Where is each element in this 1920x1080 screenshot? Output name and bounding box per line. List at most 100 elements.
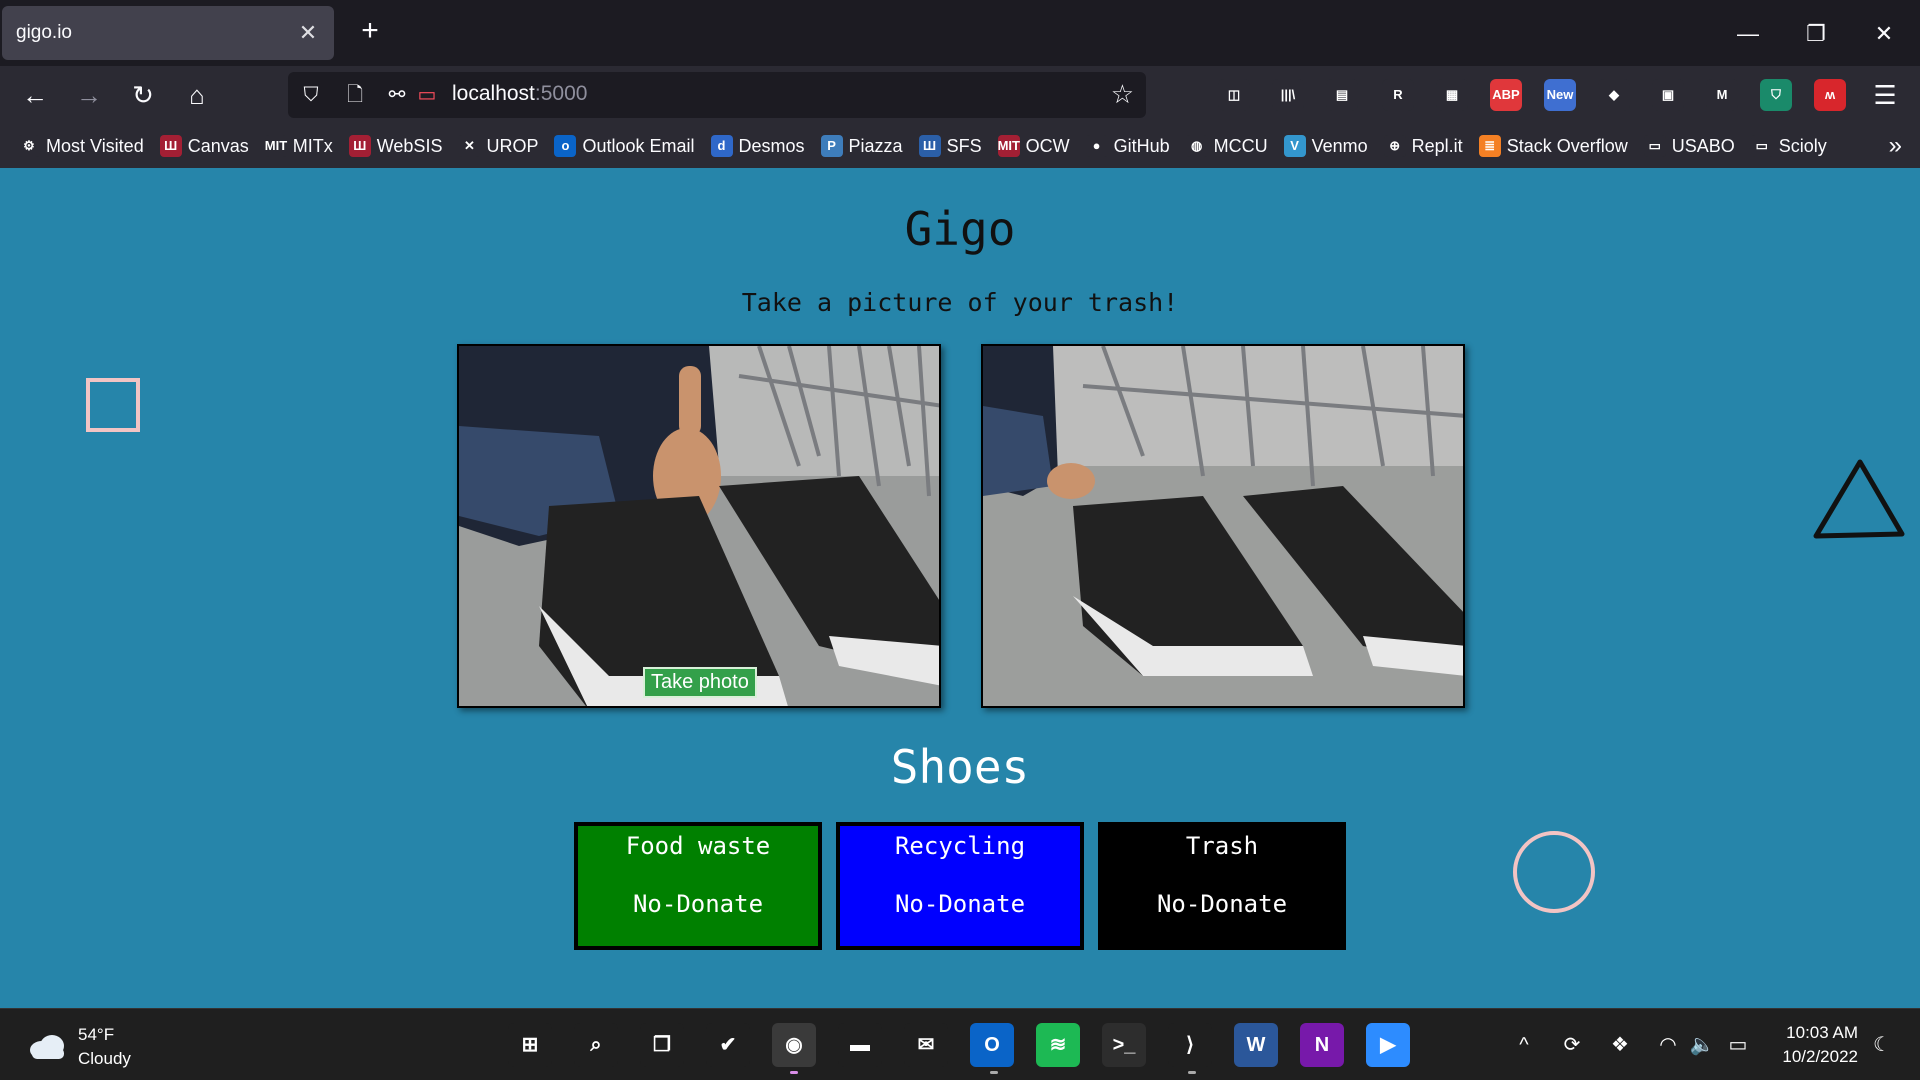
card-donate-status: No-Donate [1156, 890, 1288, 918]
bookmarks-overflow-icon[interactable]: » [1889, 132, 1902, 160]
new-tab-button[interactable]: + [352, 14, 388, 50]
zoom-icon[interactable]: ▶ [1366, 1023, 1410, 1067]
shield-extension-icon[interactable]: ⛉ [1760, 79, 1792, 111]
bookmark-label: USABO [1671, 135, 1735, 156]
outlook-icon[interactable]: O [970, 1023, 1014, 1067]
bookmark-mccu[interactable]: ◍ MCCU [1185, 135, 1268, 157]
card-recycling: Recycling No-Donate [836, 822, 1084, 950]
camera-feed-image [459, 346, 939, 706]
system-clock[interactable]: 10:03 AM 10/2/2022 [1782, 1021, 1858, 1069]
canvas-icon: Ш [159, 135, 182, 157]
start-icon[interactable]: ⊞ [508, 1023, 552, 1067]
library-icon[interactable]: |||\ [1272, 79, 1304, 111]
folder-icon: ▭ [1643, 135, 1666, 157]
m-extension-icon[interactable]: M [1706, 79, 1738, 111]
mail-icon[interactable]: ✉ [904, 1023, 948, 1067]
bookmark-label: Stack Overflow [1506, 135, 1628, 156]
onenote-icon[interactable]: N [1300, 1023, 1344, 1067]
task-view-icon[interactable]: ❐ [640, 1023, 684, 1067]
close-icon[interactable]: ✕ [1864, 14, 1904, 54]
bookmark-repl-it[interactable]: ⊕ Repl.it [1383, 135, 1463, 157]
gem-extension-icon[interactable]: ◆ [1598, 79, 1630, 111]
minimize-icon[interactable]: — [1728, 14, 1768, 54]
bookmark-desmos[interactable]: d Desmos [710, 135, 805, 157]
readwise-extension-icon[interactable]: R [1382, 79, 1414, 111]
url-bar[interactable]: ⛉ 🗋 ⚯ ▭ localhost:5000 ☆ [288, 72, 1146, 118]
tracking-shield-icon[interactable]: ⛉ [296, 80, 326, 110]
bookmark-piazza[interactable]: P Piazza [820, 135, 903, 157]
firefox-icon[interactable]: ◉ [772, 1023, 816, 1067]
dropbox-icon[interactable]: ❖ [1604, 1027, 1636, 1063]
running-indicator [990, 1071, 998, 1074]
permissions-icon[interactable]: ⚯ [382, 80, 412, 110]
reload-icon[interactable]: ↻ [122, 74, 164, 116]
card-category: Food waste [625, 832, 771, 860]
reader-extension-icon[interactable]: ▣ [1652, 79, 1684, 111]
bookmark-venmo[interactable]: V Venmo [1283, 135, 1368, 157]
bookmark-label: WebSIS [376, 135, 443, 156]
new-extension-icon[interactable]: New [1544, 79, 1576, 111]
pocket-icon[interactable]: ◫ [1218, 79, 1250, 111]
search-icon[interactable]: ⌕ [574, 1023, 618, 1067]
adblock-plus-icon[interactable]: ABP [1490, 79, 1522, 111]
bookmark-ocw[interactable]: MIT OCW [997, 135, 1070, 157]
bookmark-github[interactable]: ● GitHub [1085, 135, 1170, 157]
bookmark-sfs[interactable]: Ш SFS [918, 135, 982, 157]
menu-icon[interactable]: ☰ [1864, 74, 1906, 116]
bookmark-usabo[interactable]: ▭ USABO [1643, 135, 1735, 157]
tab-close-icon[interactable]: ✕ [296, 20, 320, 46]
camera-sharing-icon[interactable]: ▭ [412, 80, 442, 110]
sync-icon[interactable]: ⟳ [1556, 1027, 1588, 1063]
windows-taskbar: 54°F Cloudy ⊞ ⌕ ❐ ✔ ◉ ▬ ✉ O ≋ >_ ⟩ W N ▶ ^ ⟳ ❖ ◠ 🔈 ▭ 10:03… [0, 1008, 1920, 1080]
bookmark-most-visited[interactable]: ⚙ Most Visited [18, 135, 144, 157]
globe-icon: ⊕ [1383, 135, 1406, 157]
forward-arrow-icon[interactable]: → [68, 74, 110, 116]
mm-extension-icon[interactable]: ʍ [1814, 79, 1846, 111]
sidebar-icon[interactable]: ▤ [1326, 79, 1358, 111]
browser-tab[interactable]: gigo.io ✕ [2, 6, 334, 60]
notification-icon[interactable]: ☾ [1866, 1027, 1898, 1063]
take-photo-button[interactable]: Take photo [643, 667, 757, 698]
file-explorer-icon[interactable]: ▬ [838, 1023, 882, 1067]
home-icon[interactable]: ⌂ [176, 74, 218, 116]
captured-photo [981, 344, 1465, 708]
bookmark-stack-overflow[interactable]: ≣ Stack Overflow [1478, 135, 1628, 157]
battery-icon[interactable]: ▭ [1722, 1027, 1754, 1063]
bookmark-outlook-email[interactable]: o Outlook Email [554, 135, 695, 157]
grid-extension-icon[interactable]: ▦ [1436, 79, 1468, 111]
captured-photo-image [983, 346, 1463, 706]
bookmark-label: Repl.it [1411, 135, 1463, 156]
url-text[interactable]: localhost:5000 [452, 82, 587, 106]
bookmark-label: OCW [1025, 135, 1070, 156]
terminal-icon[interactable]: >_ [1102, 1023, 1146, 1067]
back-arrow-icon[interactable]: ← [14, 74, 56, 116]
word-icon[interactable]: W [1234, 1023, 1278, 1067]
ocw-icon: MIT [997, 135, 1020, 157]
bookmark-canvas[interactable]: Ш Canvas [159, 135, 249, 157]
bookmark-scioly[interactable]: ▭ Scioly [1750, 135, 1827, 157]
weather-temperature: 54°F [78, 1025, 115, 1044]
chevron-up-icon[interactable]: ^ [1508, 1027, 1540, 1063]
bookmark-label: Canvas [187, 135, 249, 156]
card-donate-status: No-Donate [632, 890, 764, 918]
todo-icon[interactable]: ✔ [706, 1023, 750, 1067]
bookmark-label: Piazza [848, 135, 903, 156]
page-title: Gigo [904, 202, 1016, 256]
page-subtitle: Take a picture of your trash! [741, 288, 1179, 317]
spotify-icon[interactable]: ≋ [1036, 1023, 1080, 1067]
volume-icon[interactable]: 🔈 [1686, 1027, 1718, 1063]
mitx-icon: MIT [264, 135, 287, 157]
bookmark-urop[interactable]: ✕ UROP [458, 135, 538, 157]
weather-description: Cloudy [78, 1049, 131, 1068]
bookmark-mitx[interactable]: MIT MITx [264, 135, 333, 157]
page-info-icon[interactable]: 🗋 [340, 80, 370, 110]
wifi-icon[interactable]: ◠ [1652, 1027, 1684, 1063]
camera-feed: Take photo [457, 344, 941, 708]
bookmark-websis[interactable]: Ш WebSIS [348, 135, 443, 157]
restore-icon[interactable]: ❐ [1796, 14, 1836, 54]
bookmark-star-icon[interactable]: ☆ [1111, 79, 1134, 110]
folder-icon: ▭ [1750, 135, 1773, 157]
weather-widget[interactable]: 54°F Cloudy [28, 1023, 131, 1071]
bookmark-label: Desmos [738, 135, 805, 156]
vscode-icon[interactable]: ⟩ [1168, 1023, 1212, 1067]
